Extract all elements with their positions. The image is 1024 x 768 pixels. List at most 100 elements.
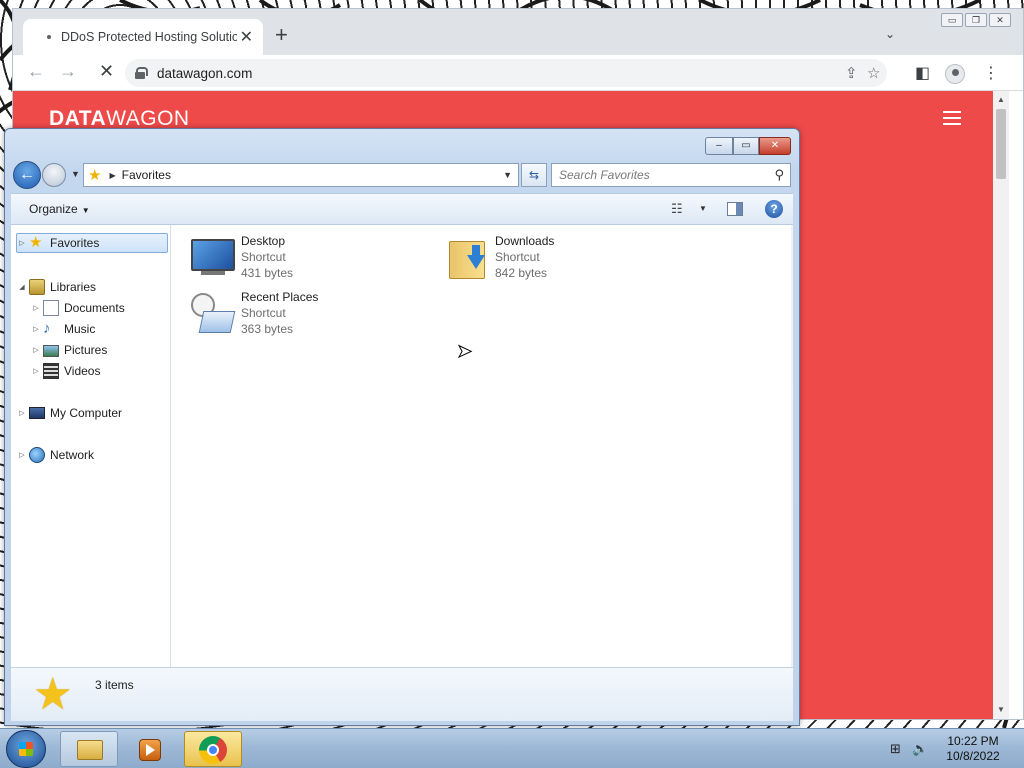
item-size: 431 bytes bbox=[241, 266, 294, 280]
mouse-cursor-icon: ➤ bbox=[456, 341, 473, 362]
nav-label: My Computer bbox=[50, 406, 123, 420]
favorites-star-icon: ★ bbox=[88, 167, 102, 184]
computer-icon bbox=[29, 407, 45, 419]
back-button[interactable]: ← bbox=[13, 161, 41, 189]
nav-item-favorites[interactable]: ▷ ★ Favorites bbox=[16, 233, 168, 253]
organize-dropdown-icon: ▼ bbox=[81, 206, 90, 215]
volume-tray-icon[interactable]: 🔈 bbox=[912, 741, 928, 757]
bookmark-star-icon[interactable]: ☆ bbox=[867, 64, 880, 82]
list-item[interactable]: Recent Places Shortcut 363 bytes bbox=[187, 289, 417, 341]
address-bar[interactable]: datawagon.com ⇪ ☆ bbox=[125, 59, 887, 87]
nav-label: Music bbox=[64, 322, 96, 336]
item-size: 842 bytes bbox=[495, 266, 548, 280]
new-tab-button[interactable]: + bbox=[275, 24, 288, 46]
view-dropdown-icon[interactable]: ▼ bbox=[699, 204, 707, 213]
explorer-close-button[interactable]: ✕ bbox=[759, 137, 791, 155]
explorer-address-bar[interactable]: ★ ▶ Favorites ▼ bbox=[83, 163, 519, 187]
scroll-up-arrow-icon[interactable]: ▲ bbox=[997, 95, 1005, 104]
hamburger-menu-icon[interactable] bbox=[943, 111, 961, 129]
nav-label: Favorites bbox=[50, 236, 100, 250]
nav-item-music[interactable]: ▷ ♪ Music bbox=[31, 319, 95, 339]
change-view-icon[interactable]: ☷ bbox=[671, 201, 683, 217]
share-icon[interactable]: ⇪ bbox=[845, 64, 858, 82]
expand-arrow-icon[interactable]: ▷ bbox=[31, 346, 41, 354]
forward-arrow-icon[interactable]: → bbox=[59, 61, 77, 82]
breadcrumb-favorites[interactable]: Favorites bbox=[122, 168, 171, 182]
refresh-button[interactable]: ⇆ bbox=[521, 163, 547, 187]
taskbar: ⊞ 🔈 10:22 PM 10/8/2022 bbox=[0, 728, 1024, 768]
back-arrow-icon[interactable]: ← bbox=[27, 61, 45, 82]
search-box[interactable]: Search Favorites ⚲ bbox=[551, 163, 791, 187]
taskbar-media-player-button[interactable] bbox=[122, 731, 180, 767]
profile-avatar-icon[interactable] bbox=[945, 64, 965, 84]
lock-icon[interactable] bbox=[135, 67, 148, 79]
item-count: 3 items bbox=[95, 678, 134, 692]
explorer-minimize-button[interactable]: – bbox=[705, 137, 733, 155]
preview-pane-icon[interactable] bbox=[727, 202, 743, 216]
forward-button[interactable] bbox=[42, 163, 66, 187]
list-item[interactable]: Desktop Shortcut 431 bytes bbox=[187, 233, 417, 285]
item-size: 363 bytes bbox=[241, 322, 294, 336]
nav-item-pictures[interactable]: ▷ Pictures bbox=[31, 340, 107, 360]
search-placeholder[interactable]: Search Favorites bbox=[559, 168, 650, 182]
browser-minimize-button[interactable]: ▭ bbox=[941, 13, 963, 27]
address-dropdown-icon[interactable]: ▼ bbox=[503, 170, 512, 180]
downloads-folder-icon bbox=[441, 233, 491, 283]
expand-arrow-icon[interactable]: ▷ bbox=[31, 304, 41, 312]
page-scrollbar[interactable]: ▲ ▼ bbox=[993, 91, 1009, 719]
nav-label: Documents bbox=[64, 301, 125, 315]
logo-light-text: WAGON bbox=[106, 107, 190, 130]
command-bar: Organize ▼ ☷ ▼ ? bbox=[11, 193, 793, 225]
desktop-monitor-icon bbox=[187, 233, 237, 283]
expand-arrow-icon[interactable]: ▷ bbox=[31, 325, 41, 333]
item-name: Recent Places bbox=[241, 290, 319, 304]
scrollbar-thumb[interactable] bbox=[996, 109, 1006, 179]
scroll-down-arrow-icon[interactable]: ▼ bbox=[997, 705, 1005, 714]
browser-toolbar: ← → ✕ datawagon.com ⇪ ☆ ◧ ⋮ bbox=[13, 55, 1023, 91]
recent-places-icon bbox=[187, 289, 237, 339]
collapse-arrow-icon[interactable]: ◢ bbox=[17, 283, 27, 291]
network-globe-icon bbox=[29, 447, 45, 463]
browser-restore-button[interactable]: ❐ bbox=[965, 13, 987, 27]
taskbar-explorer-button[interactable] bbox=[60, 731, 118, 767]
expand-arrow-icon[interactable]: ▷ bbox=[17, 239, 27, 247]
tab-search-button[interactable]: ⌄ bbox=[885, 27, 895, 41]
browser-tab[interactable]: DDoS Protected Hosting Solutions ✕ bbox=[23, 19, 263, 55]
taskbar-chrome-button[interactable] bbox=[184, 731, 242, 767]
content-pane: Desktop Shortcut 431 bytes Downloads Sho… bbox=[171, 225, 793, 667]
tab-close-icon[interactable]: ✕ bbox=[240, 27, 253, 47]
breadcrumb-arrow-icon[interactable]: ▶ bbox=[109, 171, 115, 180]
play-triangle-icon bbox=[146, 744, 155, 756]
organize-button[interactable]: Organize ▼ bbox=[29, 202, 90, 216]
stop-loading-icon[interactable]: ✕ bbox=[99, 61, 114, 82]
chrome-icon-center bbox=[207, 744, 219, 756]
network-tray-icon[interactable]: ⊞ bbox=[890, 741, 901, 757]
start-button[interactable] bbox=[6, 730, 46, 768]
libraries-icon bbox=[29, 279, 45, 295]
list-item[interactable]: Downloads Shortcut 842 bytes bbox=[441, 233, 671, 285]
side-panel-icon[interactable]: ◧ bbox=[915, 63, 930, 83]
folder-icon bbox=[77, 740, 103, 760]
videos-filmstrip-icon bbox=[43, 363, 59, 379]
address-url[interactable]: datawagon.com bbox=[157, 66, 252, 81]
nav-item-network[interactable]: ▷ Network bbox=[17, 445, 94, 465]
loading-favicon-icon bbox=[47, 35, 51, 39]
nav-item-my-computer[interactable]: ▷ My Computer bbox=[17, 403, 122, 423]
menu-kebab-icon[interactable]: ⋮ bbox=[983, 63, 999, 83]
expand-arrow-icon[interactable]: ▷ bbox=[17, 451, 27, 459]
system-clock[interactable]: 10:22 PM 10/8/2022 bbox=[936, 734, 1010, 764]
explorer-maximize-button[interactable]: ▭ bbox=[733, 137, 759, 155]
clock-time: 10:22 PM bbox=[947, 734, 999, 748]
search-icon[interactable]: ⚲ bbox=[774, 167, 784, 183]
browser-close-button[interactable]: ✕ bbox=[989, 13, 1011, 27]
nav-item-documents[interactable]: ▷ Documents bbox=[31, 298, 125, 318]
expand-arrow-icon[interactable]: ▷ bbox=[31, 367, 41, 375]
item-name: Desktop bbox=[241, 234, 286, 248]
help-button[interactable]: ? bbox=[765, 200, 783, 218]
star-icon: ★ bbox=[29, 234, 43, 251]
nav-item-libraries[interactable]: ◢ Libraries bbox=[17, 277, 96, 297]
expand-arrow-icon[interactable]: ▷ bbox=[17, 409, 27, 417]
nav-item-videos[interactable]: ▷ Videos bbox=[31, 361, 100, 381]
history-dropdown-icon[interactable]: ▼ bbox=[71, 169, 80, 179]
explorer-caption-buttons: – ▭ ✕ bbox=[705, 137, 791, 155]
